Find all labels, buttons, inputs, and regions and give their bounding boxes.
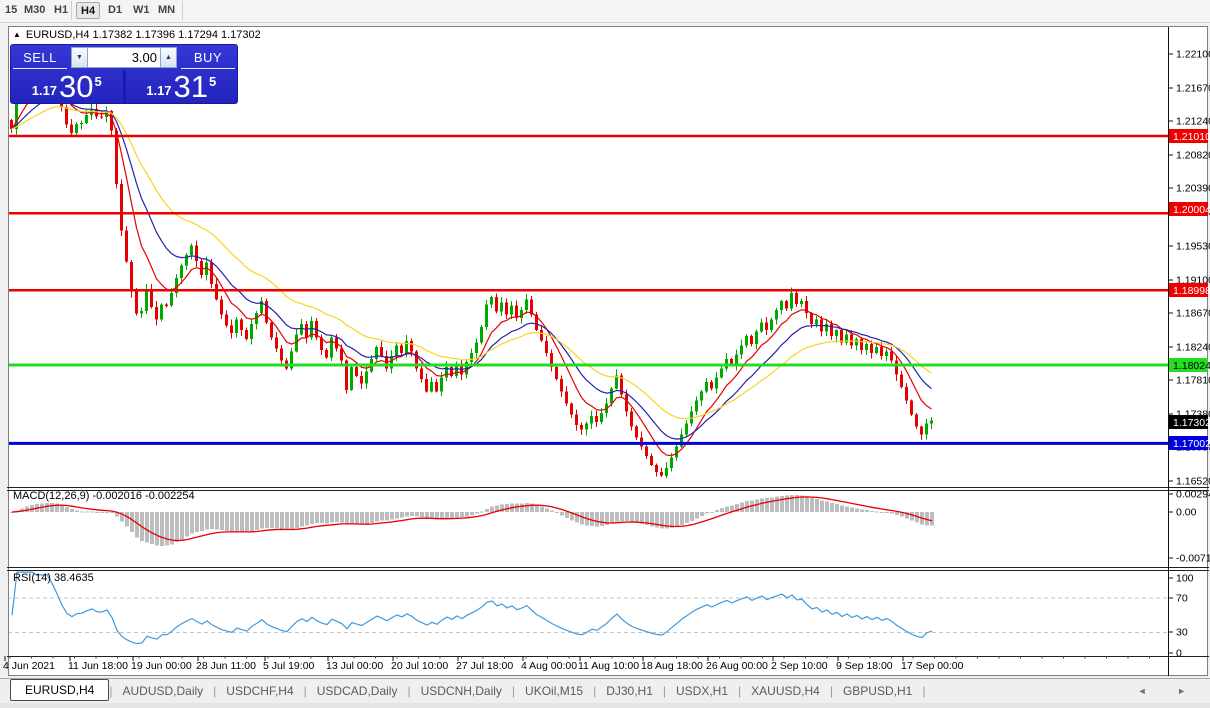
toolbar-separator <box>71 1 72 20</box>
svg-text:17 Sep 00:00: 17 Sep 00:00 <box>901 660 964 672</box>
svg-text:1.22100: 1.22100 <box>1176 49 1210 61</box>
svg-text:20 Jul 10:00: 20 Jul 10:00 <box>391 660 448 672</box>
svg-text:2 Sep 10:00: 2 Sep 10:00 <box>771 660 828 672</box>
tab-xauusd-h4[interactable]: XAUUSD,H4 <box>741 681 830 701</box>
tab-scroll-arrows[interactable]: ◄ ► <box>1138 686 1200 696</box>
svg-text:-0.00715: -0.00715 <box>1176 553 1210 565</box>
tab-ukoil-m15[interactable]: UKOil,M15 <box>515 681 593 701</box>
timeframe-button-mn[interactable]: MN <box>154 2 179 19</box>
svg-text:30: 30 <box>1176 627 1188 639</box>
sell-price-big: 30 <box>59 69 94 104</box>
buy-button[interactable]: BUY <box>181 47 235 69</box>
timeframe-button-m30[interactable]: M30 <box>20 2 49 19</box>
tab-usdchf-h4[interactable]: USDCHF,H4 <box>216 681 303 701</box>
svg-text:1.18670: 1.18670 <box>1176 308 1210 320</box>
svg-text:4 Jun 2021: 4 Jun 2021 <box>3 660 55 672</box>
svg-text:100: 100 <box>1176 573 1194 585</box>
svg-text:11 Aug 10:00: 11 Aug 10:00 <box>578 660 639 672</box>
timeframe-button-h4[interactable]: H4 <box>76 2 101 19</box>
svg-text:13 Jul 00:00: 13 Jul 00:00 <box>326 660 383 672</box>
svg-text:26 Aug 00:00: 26 Aug 00:00 <box>706 660 768 672</box>
timeframe-button-15[interactable]: 15 <box>1 2 21 19</box>
tab-gbpusd-h1[interactable]: GBPUSD,H1 <box>833 681 922 701</box>
sell-price-pip: 5 <box>94 74 102 89</box>
tab-eurusd-h4[interactable]: EURUSD,H4 <box>10 679 110 701</box>
svg-text:1.21010: 1.21010 <box>1173 131 1210 143</box>
svg-text:18 Aug 18:00: 18 Aug 18:00 <box>641 660 703 672</box>
sell-price-prefix: 1.17 <box>31 83 58 98</box>
bottom-edge <box>0 703 1210 708</box>
svg-text:0.002947: 0.002947 <box>1176 489 1210 501</box>
tab-audusd-daily[interactable]: AUDUSD,Daily <box>112 681 213 701</box>
svg-text:1.18024: 1.18024 <box>1173 360 1210 372</box>
price-level-label: 1.17002 <box>1169 436 1210 450</box>
volume-input[interactable] <box>88 47 160 68</box>
svg-text:70: 70 <box>1176 593 1188 605</box>
svg-text:1.20390: 1.20390 <box>1176 183 1210 195</box>
tab-usdx-h1[interactable]: USDX,H1 <box>666 681 738 701</box>
svg-text:1.17002: 1.17002 <box>1173 438 1210 450</box>
buy-price-prefix: 1.17 <box>146 83 172 98</box>
price-chart-canvas[interactable]: 1.221001.216701.212401.208201.203901.199… <box>0 0 1210 708</box>
price-level-label: 1.18998 <box>1169 283 1210 297</box>
rsi-indicator-label: RSI(14) 38.4635 <box>13 572 94 584</box>
svg-text:1.21670: 1.21670 <box>1176 83 1210 95</box>
sell-price-quote[interactable]: 1.17 30 5 <box>11 70 126 103</box>
timeframe-button-h1[interactable]: H1 <box>50 2 72 19</box>
svg-text:1.21240: 1.21240 <box>1176 116 1210 128</box>
timeframe-toolbar: 15 M30 H1 H4 D1 W1 MN <box>0 0 1210 23</box>
volume-increase-button[interactable]: ▲ <box>160 47 177 68</box>
buy-price-big: 31 <box>173 69 209 104</box>
svg-text:1.18240: 1.18240 <box>1176 342 1210 354</box>
svg-text:27 Jul 18:00: 27 Jul 18:00 <box>456 660 513 672</box>
toolbar-separator <box>182 1 183 20</box>
chart-collapse-icon[interactable]: ▲ <box>13 30 21 39</box>
volume-decrease-button[interactable]: ▼ <box>71 47 88 68</box>
tab-usdcad-daily[interactable]: USDCAD,Daily <box>307 681 408 701</box>
sell-button[interactable]: SELL <box>13 47 67 69</box>
svg-text:1.18998: 1.18998 <box>1173 285 1210 297</box>
svg-text:1.16520: 1.16520 <box>1176 476 1210 488</box>
timeframe-button-d1[interactable]: D1 <box>104 2 126 19</box>
svg-text:1.17302: 1.17302 <box>1173 417 1210 429</box>
svg-text:5 Jul 19:00: 5 Jul 19:00 <box>263 660 315 672</box>
chart-title: ▲ EURUSD,H4 1.17382 1.17396 1.17294 1.173… <box>13 29 261 41</box>
tab-usdcnh-daily[interactable]: USDCNH,Daily <box>411 681 512 701</box>
symbol-tab-bar: EURUSD,H4 | AUDUSD,Daily | USDCHF,H4 | USDCAD,… <box>0 678 1210 703</box>
price-level-label: 1.21010 <box>1169 129 1210 143</box>
svg-text:9 Sep 18:00: 9 Sep 18:00 <box>836 660 893 672</box>
price-level-label: 1.17302 <box>1169 415 1210 429</box>
svg-text:1.17810: 1.17810 <box>1176 375 1210 387</box>
macd-indicator-label: MACD(12,26,9) -0.002016 -0.002254 <box>13 490 195 502</box>
svg-text:4 Aug 00:00: 4 Aug 00:00 <box>521 660 577 672</box>
price-level-label: 1.18024 <box>1169 358 1210 372</box>
buy-price-quote[interactable]: 1.17 31 5 <box>126 70 238 103</box>
tab-separator: | <box>922 684 926 698</box>
timeframe-button-w1[interactable]: W1 <box>129 2 154 19</box>
tab-dj30-h1[interactable]: DJ30,H1 <box>596 681 663 701</box>
price-level-label: 1.20004 <box>1169 202 1210 216</box>
volume-stepper: ▼ ▲ <box>71 47 177 68</box>
mt4-window: 15M30H1H4D1W1MN 1.22100 1.21670 1.21240 1.2… <box>0 0 1210 708</box>
svg-text:0: 0 <box>1176 648 1182 660</box>
svg-text:11 Jun 18:00: 11 Jun 18:00 <box>68 660 128 672</box>
svg-text:1.20820: 1.20820 <box>1176 150 1210 162</box>
svg-text:19 Jun 00:00: 19 Jun 00:00 <box>131 660 192 672</box>
svg-text:1.20004: 1.20004 <box>1173 204 1210 216</box>
chart-title-text: EURUSD,H4 1.17382 1.17396 1.17294 1.1730… <box>25 29 261 41</box>
one-click-trading-panel: SELL ▼ ▲ BUY 1.17 30 5 1.17 31 5 <box>10 44 238 104</box>
svg-text:28 Jun 11:00: 28 Jun 11:00 <box>196 660 256 672</box>
buy-price-pip: 5 <box>209 74 217 89</box>
svg-text:0.00: 0.00 <box>1176 507 1197 519</box>
svg-text:1.19530: 1.19530 <box>1176 241 1210 253</box>
